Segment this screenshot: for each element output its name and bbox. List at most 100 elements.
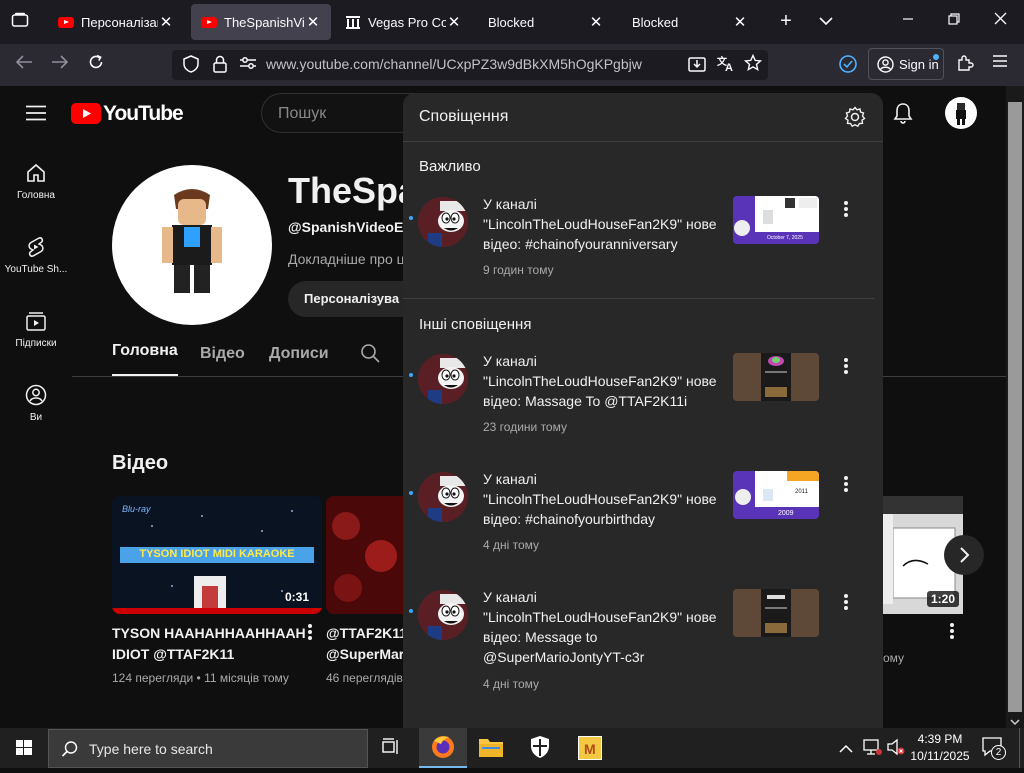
security-shield-icon[interactable] — [529, 735, 551, 764]
shorts-icon — [28, 237, 44, 257]
network-icon[interactable] — [862, 738, 882, 761]
notification-thumbnail[interactable] — [733, 589, 819, 637]
search-input[interactable]: Пошук — [261, 93, 421, 133]
notification-more-icon[interactable] — [841, 357, 851, 377]
channel-search-icon[interactable] — [360, 343, 380, 368]
channel-avatar[interactable] — [112, 165, 272, 325]
channel-name: TheSpa — [288, 170, 419, 211]
restore-window-icon[interactable] — [944, 11, 964, 31]
shield-icon[interactable] — [182, 55, 200, 79]
app-menu-icon[interactable] — [990, 54, 1010, 74]
notification-item[interactable]: У каналі "LincolnTheLoudHouseFan2K9" нов… — [403, 463, 883, 583]
start-button[interactable] — [0, 728, 48, 768]
notification-item[interactable]: У каналі "LincolnTheLoudHouseFan2K9" нов… — [403, 345, 883, 465]
sidebar-item-shorts[interactable]: YouTube Sh... — [0, 236, 72, 275]
video-more-icon[interactable] — [948, 622, 956, 641]
tab-posts[interactable]: Дописи — [269, 345, 329, 363]
youtube-favicon-icon — [201, 16, 217, 28]
windows-logo-icon — [16, 740, 32, 755]
app-m-icon[interactable]: M — [578, 736, 602, 760]
notification-item[interactable]: У каналі "LincolnTheLoudHouseFan2K9" нов… — [403, 188, 883, 308]
video-thumbnail[interactable] — [326, 496, 404, 614]
search-icon — [61, 741, 78, 757]
taskbar-search-input[interactable]: Type here to search — [48, 729, 368, 768]
scrollbar-thumb[interactable] — [1008, 102, 1022, 712]
volume-muted-icon[interactable] — [886, 738, 906, 761]
notification-thumbnail[interactable]: 2011 2009 — [733, 471, 819, 519]
tab-videos[interactable]: Відео — [200, 345, 245, 363]
notification-thumbnail[interactable] — [733, 353, 819, 401]
browser-tab-bar: Персоналізація ✕ TheSpanishVideo ✕ Vegas… — [0, 0, 1024, 44]
notification-count-badge: 2 — [991, 745, 1006, 760]
tab-channel[interactable]: TheSpanishVideo ✕ — [191, 4, 331, 40]
notification-item[interactable]: У каналі "LincolnTheLoudHouseFan2K9" нов… — [403, 581, 883, 721]
notifications-bell-icon[interactable] — [892, 102, 914, 129]
guide-menu-icon[interactable] — [25, 105, 47, 126]
minimize-window-icon[interactable] — [898, 11, 918, 31]
sign-in-button[interactable]: Sign in — [868, 48, 944, 80]
reload-icon[interactable] — [86, 54, 106, 76]
tab-personalization[interactable]: Персоналізація ✕ — [48, 4, 184, 40]
channel-about-link[interactable]: Докладніше про ц — [288, 251, 405, 267]
back-arrow-icon[interactable] — [14, 54, 34, 76]
lock-icon[interactable] — [211, 55, 229, 79]
video-meta: 46 переглядів — [326, 671, 403, 685]
video-thumbnail[interactable]: Blu-ray TYSON IDIOT MIDI KARAOKE 0:31 — [112, 496, 322, 614]
sidebar-item-home[interactable]: Головна — [0, 162, 72, 201]
account-icon — [877, 56, 894, 73]
next-videos-button[interactable] — [944, 535, 984, 575]
download-page-icon[interactable] — [687, 55, 707, 79]
section-title: Відео — [112, 452, 169, 474]
video-title[interactable]: @TTAF2K11 @SuperMari — [326, 623, 404, 665]
tab-overview-icon[interactable] — [10, 12, 30, 34]
bookmark-star-icon[interactable] — [743, 53, 763, 78]
firefox-taskbar-button[interactable] — [419, 728, 467, 768]
close-tab-icon[interactable]: ✕ — [446, 13, 462, 31]
unread-dot — [409, 491, 413, 495]
panel-divider — [403, 141, 883, 142]
video-title[interactable]: TYSON HAAHAHHAAHHAAH IDIOT @TTAF2K11 — [112, 623, 306, 665]
list-tabs-chevron-icon[interactable] — [816, 12, 836, 32]
notification-more-icon[interactable] — [841, 593, 851, 613]
file-explorer-icon[interactable] — [478, 736, 504, 763]
close-tab-icon[interactable]: ✕ — [158, 13, 174, 31]
channel-handle: @SpanishVideoEff — [288, 219, 413, 235]
sidebar-item-you[interactable]: Ви — [0, 384, 72, 423]
video-more-icon[interactable] — [306, 623, 314, 642]
notification-settings-gear-icon[interactable] — [844, 106, 866, 133]
youtube-logo[interactable]: YouTube — [71, 101, 184, 127]
tab-blocked-1[interactable]: Blocked ✕ — [478, 4, 614, 40]
tab-home[interactable]: Головна — [112, 342, 178, 376]
firefox-icon — [432, 736, 454, 758]
show-hidden-icons-chevron-icon[interactable] — [839, 741, 853, 759]
sync-check-icon[interactable] — [837, 54, 859, 80]
notification-dot — [933, 54, 939, 60]
translate-icon[interactable]: 文A — [715, 54, 737, 78]
new-tab-icon[interactable]: + — [776, 11, 796, 31]
other-heading: Інші сповіщення — [419, 316, 532, 333]
task-view-icon[interactable] — [380, 737, 402, 762]
sidebar-item-subscriptions[interactable]: Підписки — [0, 310, 72, 349]
extensions-icon[interactable] — [955, 54, 975, 78]
unread-dot — [409, 216, 413, 220]
close-tab-icon[interactable]: ✕ — [588, 13, 604, 31]
close-tab-icon[interactable]: ✕ — [305, 13, 321, 31]
scroll-down-arrow-icon[interactable] — [1009, 714, 1021, 726]
account-avatar[interactable] — [945, 97, 977, 129]
video-meta: 124 перегляди • 11 місяців тому — [112, 671, 289, 685]
notification-time: 9 годин тому — [483, 263, 554, 277]
show-desktop-strip[interactable] — [1019, 728, 1024, 768]
permissions-icon[interactable] — [238, 55, 258, 77]
close-tab-icon[interactable]: ✕ — [732, 13, 748, 31]
notification-more-icon[interactable] — [841, 475, 851, 495]
svg-text:A: A — [725, 62, 733, 72]
tab-blocked-2[interactable]: Blocked ✕ — [622, 4, 758, 40]
notification-more-icon[interactable] — [841, 200, 851, 220]
url-text[interactable]: www.youtube.com/channel/UCxpPZ3w9dBkXM5h… — [266, 56, 642, 72]
forward-arrow-icon[interactable] — [50, 54, 70, 76]
tab-vegas-pro[interactable]: Vegas Pro Collec ✕ — [336, 4, 472, 40]
close-window-icon[interactable] — [990, 11, 1010, 31]
action-center-icon[interactable]: 2 — [982, 737, 1006, 760]
notification-thumbnail[interactable]: October 7, 2025 — [733, 196, 819, 244]
clock[interactable]: 4:39 PM 10/11/2025 — [905, 731, 975, 765]
